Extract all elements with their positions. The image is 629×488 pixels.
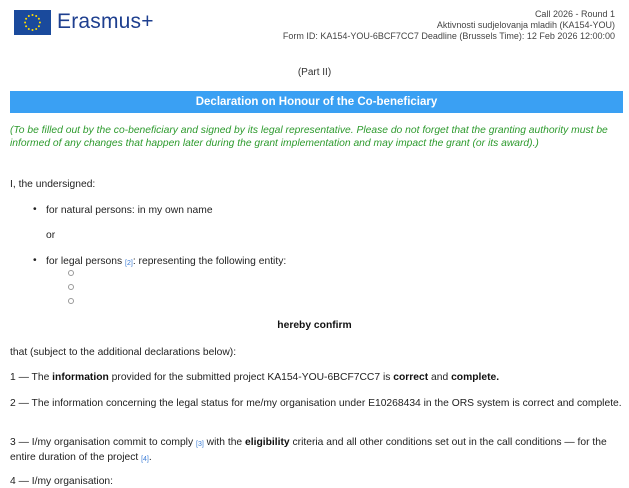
confirm-heading: hereby confirm: [277, 320, 352, 331]
natural-persons-option: for natural persons: in my own name: [46, 205, 213, 216]
action-label: Aktivnosti sudjelovanja mladih (KA154-YO…: [436, 20, 615, 30]
erasmus-logo-text: Erasmus+: [57, 10, 154, 33]
sub-bullet-circle-icon: [68, 270, 74, 276]
footnote-ref-3[interactable]: [3]: [196, 441, 204, 448]
or-text: or: [46, 230, 56, 241]
declaration-title-banner: Declaration on Honour of the Co-benefici…: [10, 91, 623, 113]
sub-bullet-circle-icon: [68, 284, 74, 290]
sub-bullet-circle-icon: [68, 298, 74, 304]
part-label: (Part II): [297, 67, 332, 78]
declaration-3: 3 — I/my organisation commit to comply […: [10, 437, 607, 463]
call-label: Call 2026 - Round 1: [534, 9, 615, 19]
instruction-note: (To be filled out by the co-beneficiary …: [10, 125, 608, 149]
declaration-1: 1 — The information provided for the sub…: [10, 372, 500, 383]
footnote-ref-2[interactable]: [2]: [125, 260, 133, 267]
subject-text: that (subject to the additional declarat…: [10, 347, 237, 358]
declaration-4: 4 — I/my organisation:: [10, 476, 114, 487]
form-id-deadline: Form ID: KA154-YOU-6BCF7CC7 Deadline (Br…: [282, 31, 615, 41]
legal-persons-option: for legal persons [2]: representing the …: [46, 256, 287, 267]
footnote-ref-4[interactable]: [4]: [141, 456, 149, 463]
undersigned-text: I, the undersigned:: [10, 179, 96, 190]
eu-flag-icon: [14, 10, 51, 35]
bullet-dot-icon: •: [33, 204, 37, 215]
declaration-2: 2 — The information concerning the legal…: [10, 398, 622, 409]
bullet-dot-icon: •: [33, 255, 37, 266]
